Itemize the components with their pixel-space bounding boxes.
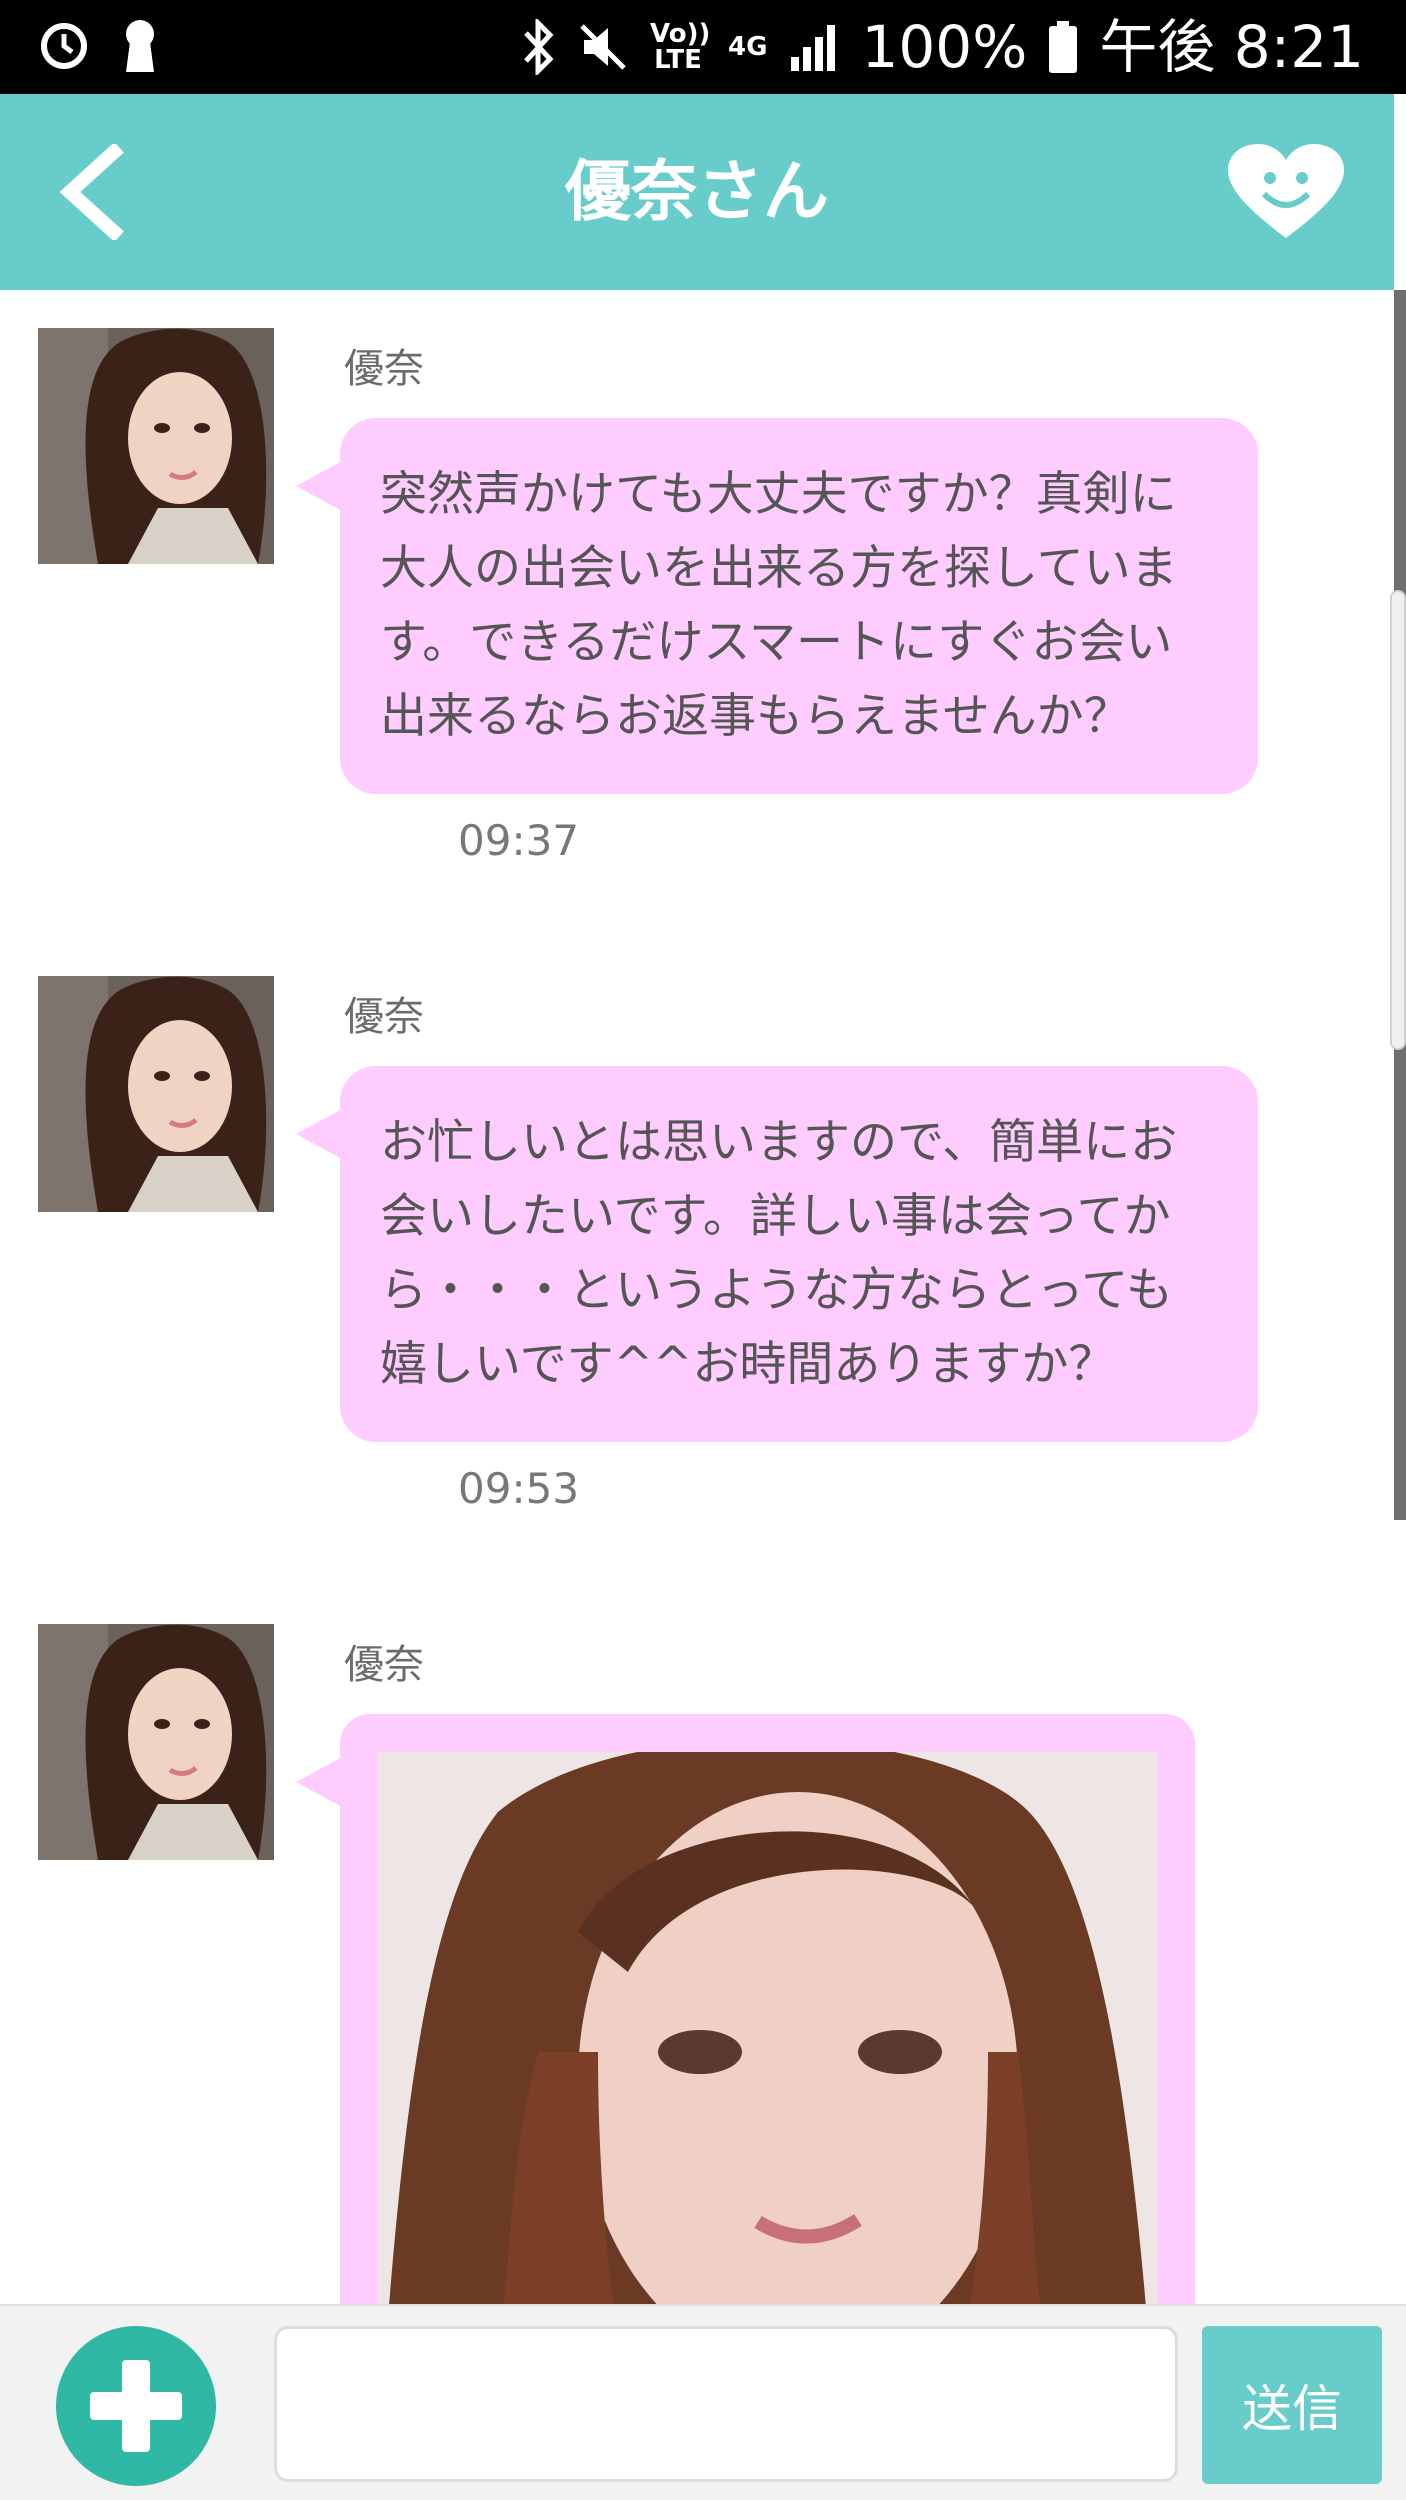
add-attachment-button[interactable] — [56, 2326, 216, 2486]
scrollbar-thumb[interactable] — [1390, 590, 1406, 1050]
message-time: 09:37 — [458, 816, 580, 865]
battery-icon — [1049, 21, 1078, 73]
keyhole-icon — [126, 20, 154, 72]
sync-icon — [41, 23, 87, 69]
message-time: 09:53 — [458, 1464, 580, 1513]
mute-icon — [580, 24, 626, 70]
status-bar: Vo)) LTE 4G 100% 午後 8:21 — [0, 0, 1406, 94]
avatar[interactable] — [38, 976, 274, 1212]
network-type-label: 4G — [728, 32, 768, 62]
avatar[interactable] — [38, 328, 274, 564]
page-title: 優奈さん — [565, 153, 829, 230]
app-header: 優奈さん — [0, 94, 1394, 290]
clock: 午後 8:21 — [1099, 13, 1364, 81]
bluetooth-icon — [524, 19, 554, 75]
sender-name: 優奈 — [344, 346, 424, 392]
favorite-button[interactable] — [1226, 142, 1346, 242]
signal-icon — [791, 25, 836, 71]
battery-percent: 100% — [861, 13, 1028, 81]
sender-name: 優奈 — [344, 1642, 424, 1688]
avatar[interactable] — [38, 1624, 274, 1860]
sender-name: 優奈 — [344, 994, 424, 1040]
message-input[interactable] — [274, 2326, 1178, 2482]
smiley-heart-icon — [1228, 144, 1344, 238]
message-bubble: 突然声かけても大丈夫ですか？真剣に大人の出会いを出来る方を探しています。できるだ… — [296, 418, 1258, 794]
message-bubble: お忙しいとは思いますので、簡単にお会いしたいです。詳しい事は会ってから・・・とい… — [296, 1066, 1258, 1442]
message-composer: 送信 — [0, 2304, 1406, 2500]
volte-label: Vo)) LTE — [650, 19, 711, 75]
send-button[interactable]: 送信 — [1202, 2326, 1382, 2484]
